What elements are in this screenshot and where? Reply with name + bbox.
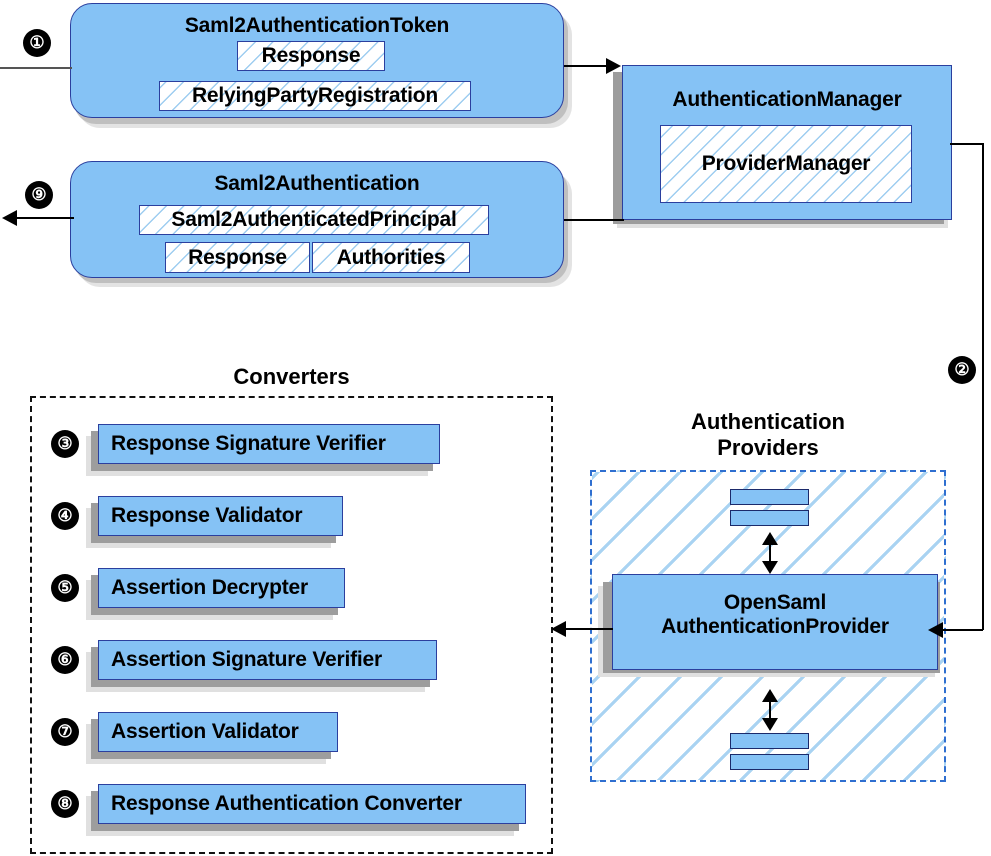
token-card-title: Saml2AuthenticationToken [184,14,450,37]
provider-top-link-arrow-down [762,561,778,574]
principal-field-authorities-label: Authorities [336,245,446,269]
provider-stub-top-bar-2 [730,510,809,526]
token-to-manager-arrowhead [606,58,621,74]
provider-to-converters-line [565,628,613,630]
manager-card-title: AuthenticationManager [672,88,902,111]
converter-row-label: Assertion Validator [111,720,299,743]
principal-field-response-label: Response [188,245,287,269]
provider-bottom-link-arrow-up [762,689,778,702]
token-field-response: Response [237,41,385,71]
provider-manager-box: ProviderManager [660,125,912,203]
inbound-request-line [0,67,72,69]
provider-to-converters-arrowhead [551,621,566,637]
converter-row[interactable]: Assertion Decrypter [98,568,345,608]
token-field-relyingpartyregistration: RelyingPartyRegistration [159,81,471,111]
opensaml-provider-title-line1: OpenSaml [723,591,827,614]
provider-top-link-arrow-up [762,532,778,545]
converter-step-badge: ⑥ [52,647,78,673]
auth-card-title: Saml2Authentication [214,172,420,195]
converters-group-title: Converters [233,364,350,389]
saml2-authentication-flow-diagram: ① Saml2AuthenticationToken Response Rely… [0,0,991,856]
converter-row-label: Response Validator [111,504,303,527]
outbound-authentication-line [16,217,74,219]
converter-row-label: Assertion Signature Verifier [111,648,382,671]
step-badge-9: ⑨ [26,182,52,208]
converter-step-badge: ⑤ [52,575,78,601]
manager-to-auth-return-line [564,219,624,221]
token-field-response-label: Response [261,44,361,67]
provider-stub-bottom-bar-2 [730,754,809,770]
step-badge-1: ① [24,30,50,56]
authenticated-principal-label: Saml2AuthenticatedPrincipal [171,208,457,231]
converter-row-label: Response Signature Verifier [111,432,386,455]
converter-row[interactable]: Response Signature Verifier [98,424,440,464]
converter-row[interactable]: Assertion Validator [98,712,338,752]
converter-step-badge: ③ [52,431,78,457]
opensaml-provider-card: OpenSaml AuthenticationProvider [612,574,938,670]
provider-manager-label: ProviderManager [701,152,871,175]
principal-field-response: Response [165,242,310,273]
providers-group-title: Authentication Providers [590,409,946,460]
converter-row[interactable]: Response Authentication Converter [98,784,526,824]
provider-stub-bottom-bar-1 [730,733,809,749]
step-badge-2: ② [949,357,975,383]
step2-line-top [950,143,983,145]
providers-group-title-line1: Authentication [691,409,845,434]
converter-row[interactable]: Assertion Signature Verifier [98,640,437,680]
converter-row-label: Response Authentication Converter [111,792,462,815]
converter-row[interactable]: Response Validator [98,496,343,536]
providers-group-title-line2: Providers [717,434,819,460]
token-field-relyingpartyregistration-label: RelyingPartyRegistration [191,84,439,107]
provider-stub-top-bar-1 [730,489,809,505]
step2-arrowhead [928,622,943,638]
provider-bottom-link-arrow-down [762,718,778,731]
outbound-authentication-arrowhead [2,210,17,226]
opensaml-provider-title-line2: AuthenticationProvider [661,614,889,638]
converter-step-badge: ⑦ [52,719,78,745]
converter-row-label: Assertion Decrypter [111,576,308,599]
principal-field-authorities: Authorities [312,242,470,273]
opensaml-provider-title: OpenSaml AuthenticationProvider [613,591,937,638]
step2-line-vertical [982,143,984,630]
authenticated-principal-box: Saml2AuthenticatedPrincipal [139,205,489,235]
converter-step-badge: ④ [52,503,78,529]
step2-line-bottom [942,629,983,631]
converter-step-badge: ⑧ [52,791,78,817]
